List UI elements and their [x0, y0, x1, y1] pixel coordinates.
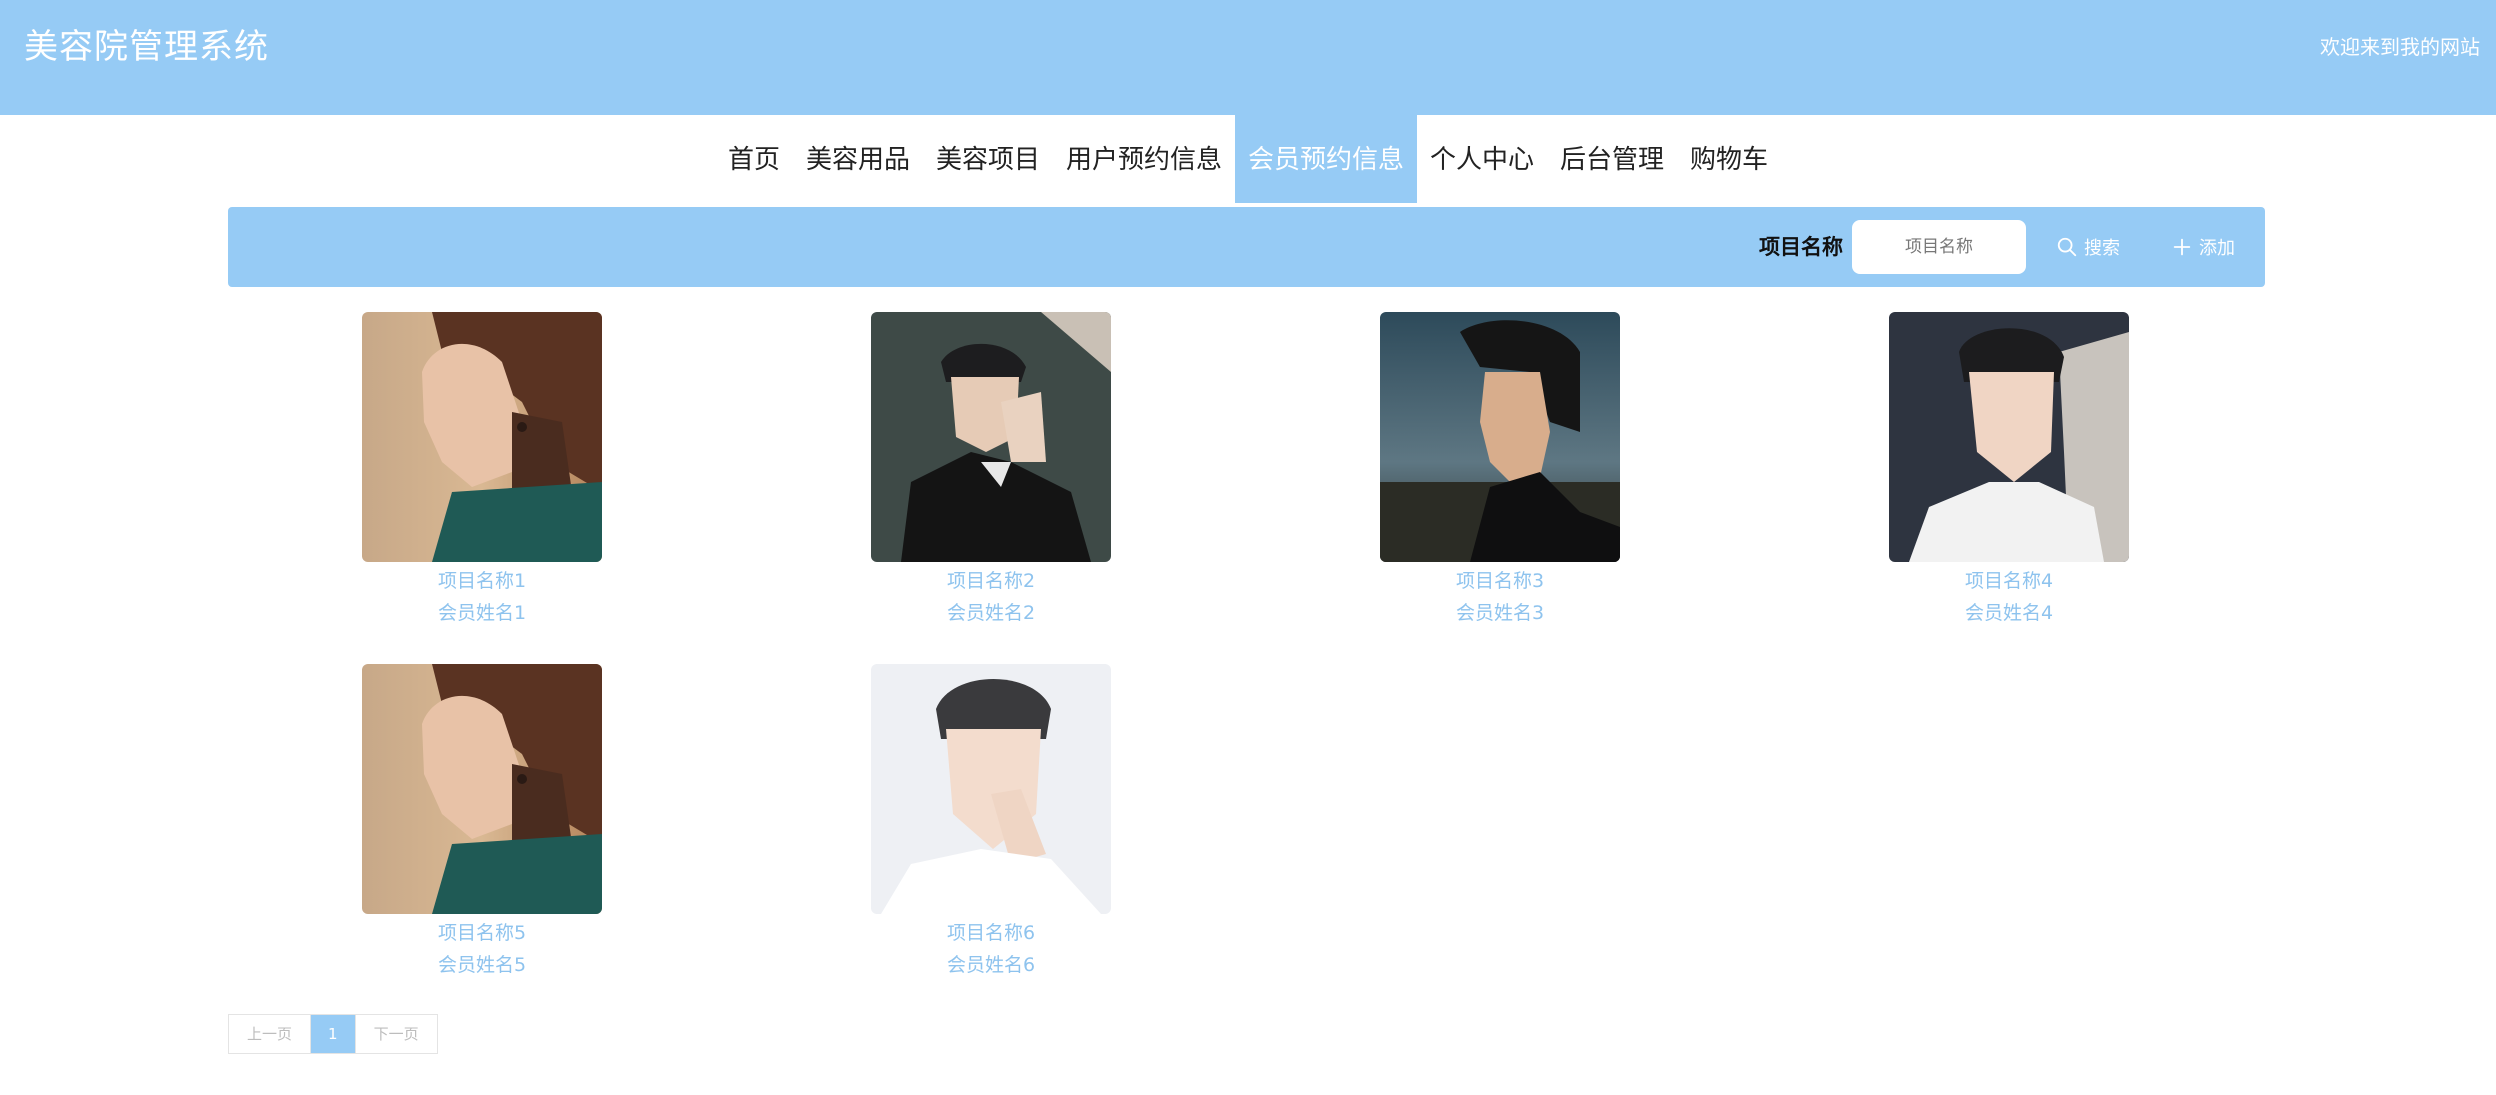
search-icon	[2057, 237, 2077, 257]
list-item[interactable]: 项目名称2 会员姓名2	[871, 312, 1111, 629]
card-project-name: 项目名称3	[1455, 570, 1545, 592]
card-project-name: 项目名称2	[946, 570, 1036, 592]
search-button-label: 搜索	[2084, 238, 2120, 259]
nav-item-cart[interactable]: 购物车	[1677, 115, 1781, 205]
nav-item-admin[interactable]: 后台管理	[1547, 115, 1677, 205]
list-item[interactable]: 项目名称6 会员姓名6	[871, 664, 1111, 981]
main-nav: 首页 美容用品 美容项目 用户预约信息 会员预约信息 个人中心 后台管理 购物车	[0, 115, 2496, 205]
nav-item-home[interactable]: 首页	[715, 115, 793, 205]
plus-icon	[2173, 238, 2191, 256]
card-member-name: 会员姓名1	[437, 602, 527, 624]
list-item[interactable]: 项目名称4 会员姓名4	[1889, 312, 2129, 629]
nav-item-user-appointments[interactable]: 用户预约信息	[1053, 115, 1235, 205]
card-member-name: 会员姓名6	[946, 954, 1036, 976]
nav-item-personal-center[interactable]: 个人中心	[1417, 115, 1547, 205]
man-finger-on-lip-photo	[871, 664, 1111, 914]
welcome-text: 欢迎来到我的网站	[2320, 35, 2480, 59]
list-item[interactable]: 项目名称5 会员姓名5	[362, 664, 602, 981]
card-member-name: 会员姓名2	[946, 602, 1036, 624]
man-profile-sunset-photo	[1380, 312, 1620, 562]
card-project-name: 项目名称5	[437, 922, 527, 944]
woman-side-profile-photo	[362, 664, 602, 914]
card-member-name: 会员姓名3	[1455, 602, 1545, 624]
header-bar: 美容院管理系统 欢迎来到我的网站	[0, 0, 2496, 115]
man-hand-on-cheek-photo	[871, 312, 1111, 562]
prev-page-button[interactable]: 上一页	[229, 1015, 311, 1053]
nav-item-member-appointments[interactable]: 会员预约信息	[1235, 115, 1418, 203]
card-member-name: 会员姓名4	[1964, 602, 2054, 624]
man-car-selfie-photo	[1889, 312, 2129, 562]
nav-item-beauty-products[interactable]: 美容用品	[793, 115, 923, 205]
list-item[interactable]: 项目名称3 会员姓名3	[1380, 312, 1620, 629]
add-button[interactable]: 添加	[2171, 227, 2235, 267]
list-item[interactable]: 项目名称1 会员姓名1	[362, 312, 602, 629]
search-input[interactable]	[1852, 220, 2026, 274]
search-button[interactable]: 搜索	[2056, 227, 2120, 267]
add-button-label: 添加	[2199, 238, 2235, 259]
pagination: 上一页 1 下一页	[228, 1014, 438, 1054]
search-field-label: 项目名称	[1759, 235, 1843, 259]
card-project-name: 项目名称6	[946, 922, 1036, 944]
nav-item-beauty-projects[interactable]: 美容项目	[923, 115, 1053, 205]
site-title: 美容院管理系统	[24, 27, 269, 67]
card-member-name: 会员姓名5	[437, 954, 527, 976]
next-page-button[interactable]: 下一页	[354, 1015, 437, 1053]
search-bar: 项目名称 搜索 添加	[228, 207, 2265, 287]
page-1-button[interactable]: 1	[310, 1015, 355, 1053]
card-project-name: 项目名称4	[1964, 570, 2054, 592]
card-project-name: 项目名称1	[437, 570, 527, 592]
woman-side-profile-photo	[362, 312, 602, 562]
